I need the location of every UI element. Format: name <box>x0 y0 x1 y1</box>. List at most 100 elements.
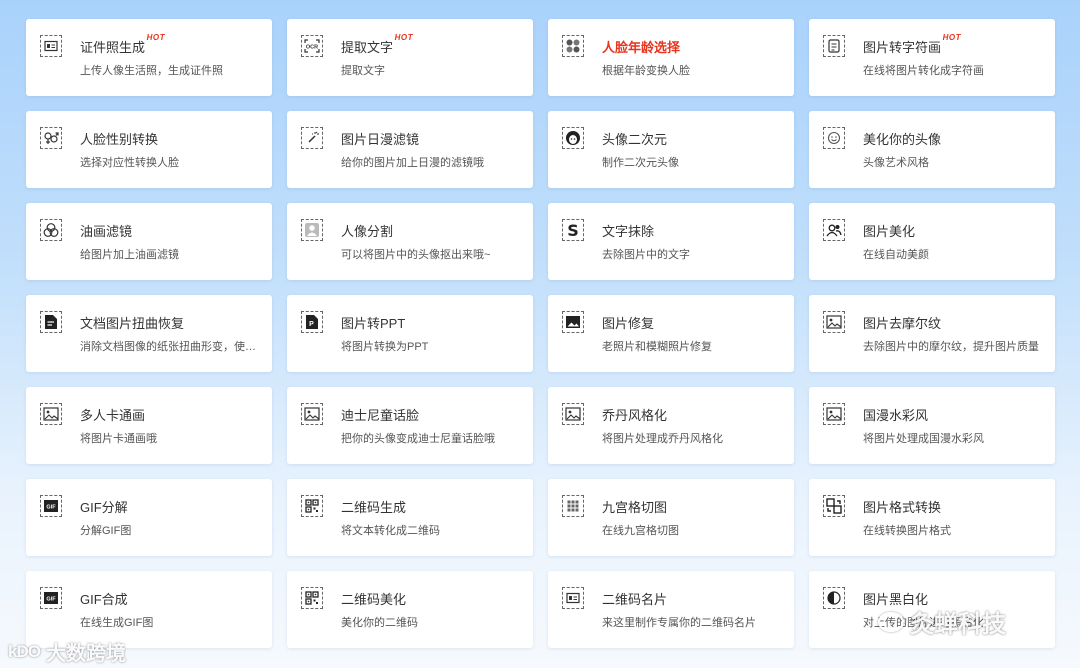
qr-icon <box>301 587 323 609</box>
svg-text:OCR: OCR <box>306 45 318 51</box>
tool-card-title: 人像分割 <box>341 224 394 239</box>
tool-card-oil-filter[interactable]: 油画滤镜 给图片加上油画滤镜 <box>26 203 272 280</box>
tool-card-desc: 美化你的二维码 <box>341 617 418 629</box>
tool-card-qr-beautify[interactable]: 二维码美化美化你的二维码 <box>287 571 533 648</box>
tool-card-title: 人脸性别转换 <box>80 132 159 147</box>
tool-card-image-beautify[interactable]: 图片美化在线自动美颜 <box>809 203 1055 280</box>
svg-text:P: P <box>309 321 314 328</box>
tool-card-anime-filter[interactable]: 图片日漫滤镜给你的图片加上日漫的滤镜哦 <box>287 111 533 188</box>
tool-card-title: 头像二次元 <box>602 132 668 147</box>
tool-card-title: 图片转字符画 HOT <box>863 33 962 55</box>
tool-card-title: 图片去摩尔纹 <box>863 316 942 331</box>
tool-card-remove-moire[interactable]: 图片去摩尔纹去除图片中的摩尔纹，提升图片质量 <box>809 295 1055 372</box>
tool-card-char-art[interactable]: 图片转字符画 HOT 在线将图片转化成字符画 <box>809 19 1055 96</box>
tool-card-disney-face[interactable]: 迪士尼童话脸把你的头像变成迪士尼童话脸哦 <box>287 387 533 464</box>
tool-card-desc: 头像艺术风格 <box>863 157 929 169</box>
tool-card-face-age[interactable]: 人脸年龄选择 根据年龄变换人脸 <box>548 19 794 96</box>
tool-card-title: 二维码美化 <box>341 592 407 607</box>
tool-card-desc: 将文本转化成二维码 <box>341 525 440 537</box>
circles-icon <box>40 219 62 241</box>
image-icon <box>562 403 584 425</box>
doc-fix-icon <box>40 311 62 333</box>
tool-card-desc: 可以将图片中的头像抠出来哦~ <box>341 249 491 261</box>
tool-card-desc: 去除图片中的文字 <box>602 249 690 261</box>
tool-card-image-to-ppt[interactable]: P 图片转PPT 将图片转换为PPT <box>287 295 533 372</box>
tool-card-gender-swap[interactable]: 人脸性别转换选择对应性转换人脸 <box>26 111 272 188</box>
tool-card-image-repair[interactable]: 图片修复 老照片和模糊照片修复 <box>548 295 794 372</box>
tool-card-desc: 根据年龄变换人脸 <box>602 65 690 77</box>
face-grid-icon <box>562 35 584 57</box>
tool-card-title: GIF分解 <box>80 500 128 515</box>
tool-card-desc: 分解GIF图 <box>80 525 132 537</box>
gif-icon: GIF <box>40 587 62 609</box>
tool-card-title: 文档图片扭曲恢复 <box>80 316 185 331</box>
magic-wand-icon <box>301 127 323 149</box>
contrast-icon <box>823 587 845 609</box>
tool-card-gif-split[interactable]: GIF GIF分解分解GIF图 <box>26 479 272 556</box>
watermark-right: 灸蝉科技 <box>878 604 1006 639</box>
tool-card-jordan-style[interactable]: 乔丹风格化将图片处理成乔丹风格化 <box>548 387 794 464</box>
hot-badge: HOT <box>394 33 414 42</box>
tool-card-title: GIF合成 <box>80 592 128 607</box>
qr-icon <box>301 495 323 517</box>
tool-card-qr-card[interactable]: 二维码名片来这里制作专属你的二维码名片 <box>548 571 794 648</box>
tool-card-desc: 给你的图片加上日漫的滤镜哦 <box>341 157 484 169</box>
tool-card-desc: 将图片转换为PPT <box>341 341 429 353</box>
tool-card-text-erase[interactable]: S 文字抹除 去除图片中的文字 <box>548 203 794 280</box>
svg-text:GIF: GIF <box>46 505 56 511</box>
watermark-left-text: 大数跨境 <box>45 643 126 665</box>
tool-card-multi-cartoon[interactable]: 多人卡通画 将图片卡通画哦 <box>26 387 272 464</box>
ocr-icon: OCR <box>301 35 323 57</box>
ppt-icon: P <box>301 311 323 333</box>
id-card-icon <box>40 35 62 57</box>
tool-card-id-photo[interactable]: 证件照生成 HOT 上传人像生活照，生成证件照 <box>26 19 272 96</box>
tool-card-desc: 将图片处理成国漫水彩风 <box>863 433 984 445</box>
tool-card-title: 图片日漫滤镜 <box>341 132 420 147</box>
tool-card-desc: 提取文字 <box>341 65 385 77</box>
tool-card-desc: 选择对应性转换人脸 <box>80 157 179 169</box>
tool-card-title: 二维码名片 <box>602 592 668 607</box>
tool-card-title: 文字抹除 <box>602 224 655 239</box>
tool-card-title: 迪士尼童话脸 <box>341 408 420 423</box>
smiley-icon <box>823 127 845 149</box>
anime-avatar-icon <box>562 127 584 149</box>
tool-card-desc: 来这里制作专属你的二维码名片 <box>602 617 756 629</box>
tool-card-desc: 在线生成GIF图 <box>80 617 154 629</box>
tool-card-portrait-segment[interactable]: 人像分割可以将图片中的头像抠出来哦~ <box>287 203 533 280</box>
image-icon <box>823 311 845 333</box>
people-icon <box>823 219 845 241</box>
tool-card-qr-generate[interactable]: 二维码生成 将文本转化成二维码 <box>287 479 533 556</box>
tool-card-desc: 把你的头像变成迪士尼童话脸哦 <box>341 433 495 445</box>
tool-card-extract-text[interactable]: OCR 提取文字 HOT 提取文字 <box>287 19 533 96</box>
tool-card-title: 图片转PPT <box>341 316 406 331</box>
tool-card-title: 人脸年龄选择 <box>602 40 681 55</box>
wechat-icon <box>878 611 904 632</box>
tool-card-desc: 去除图片中的摩尔纹，提升图片质量 <box>863 341 1039 353</box>
tool-card-title: 乔丹风格化 <box>602 408 668 423</box>
watermark-right-text: 灸蝉科技 <box>910 611 1006 638</box>
convert-icon <box>823 495 845 517</box>
tool-card-title: 油画滤镜 <box>80 224 133 239</box>
nine-grid-icon <box>562 495 584 517</box>
tool-card-format-convert[interactable]: 图片格式转换 在线转换图片格式 <box>809 479 1055 556</box>
hot-badge: HOT <box>942 33 962 42</box>
photo-fill-icon <box>562 311 584 333</box>
tool-card-doc-dewarp[interactable]: 文档图片扭曲恢复消除文档图像的纸张扭曲形变，使文档图像恢复平整 <box>26 295 272 372</box>
tool-card-title: 提取文字 HOT <box>341 33 414 55</box>
tool-card-desc: 在线自动美颜 <box>863 249 929 261</box>
tool-card-nine-grid[interactable]: 九宫格切图在线九宫格切图 <box>548 479 794 556</box>
image-icon <box>301 403 323 425</box>
tool-card-desc: 在线九宫格切图 <box>602 525 679 537</box>
person-icon <box>301 219 323 241</box>
tool-card-title: 国漫水彩风 <box>863 408 929 423</box>
tool-card-title: 九宫格切图 <box>602 500 668 515</box>
tool-card-title: 图片美化 <box>863 224 916 239</box>
tool-card-title: 图片修复 <box>602 316 655 331</box>
tool-card-desc: 将图片处理成乔丹风格化 <box>602 433 723 445</box>
tool-card-anime-avatar[interactable]: 头像二次元 制作二次元头像 <box>548 111 794 188</box>
tool-card-beautify-avatar[interactable]: 美化你的头像 头像艺术风格 <box>809 111 1055 188</box>
tool-card-watercolor-style[interactable]: 国漫水彩风将图片处理成国漫水彩风 <box>809 387 1055 464</box>
tool-card-title: 图片格式转换 <box>863 500 942 515</box>
tool-grid: 证件照生成 HOT 上传人像生活照，生成证件照 OCR 提取文字 HOT 提取文字 人脸年龄选… <box>26 19 1055 648</box>
tool-card-desc: 在线转换图片格式 <box>863 525 951 537</box>
